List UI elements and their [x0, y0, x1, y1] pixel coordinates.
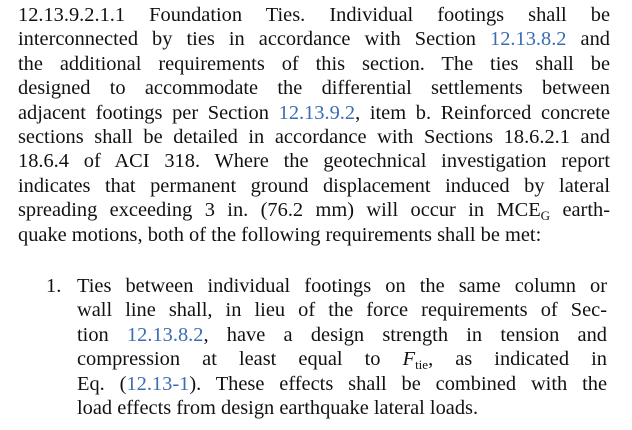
list-item-number: 1.	[46, 275, 62, 297]
section-heading: Foundation Ties.	[149, 4, 306, 26]
paragraph-line: sections shall be detailed in accordance…	[18, 125, 610, 148]
list-item-body: Ties between individual footings on the …	[77, 274, 607, 420]
force-variable-subscript: tie	[415, 357, 429, 373]
section-number: 12.13.9.2.1.1	[18, 4, 126, 26]
list-item-line: compression at least equal to Ftie, as i…	[77, 348, 607, 373]
list-item-line: load effects from design earthquake late…	[77, 396, 479, 419]
document-page: 12.13.9.2.1.1 Foundation Ties. Individua…	[18, 3, 610, 419]
list-item-line: tion 12.13.8.2, have a design strength i…	[77, 323, 607, 346]
section-link-12-13-8-2[interactable]: 12.13.8.2	[490, 28, 566, 50]
paragraph-line: interconnected by ties in accordance wit…	[18, 28, 610, 51]
paragraph-line: adjacent footings per Section 12.13.9.2,…	[18, 101, 610, 124]
list-item-line: Ties between individual footings on the …	[77, 275, 607, 297]
section-paragraph: 12.13.9.2.1.1 Foundation Ties. Individua…	[18, 3, 610, 247]
paragraph-line: quake motions, both of the following req…	[18, 223, 542, 246]
equation-link-12-13-1[interactable]: 12.13-1	[126, 373, 189, 395]
force-variable: F	[402, 348, 416, 371]
section-link-12-13-9-2[interactable]: 12.13.9.2	[279, 102, 355, 124]
paragraph-line: indicates that permanent ground displace…	[18, 174, 610, 197]
section-link-12-13-8-2[interactable]: 12.13.8.2	[127, 324, 203, 346]
list-item-line: Eq. (12.13-1). These effects shall be co…	[77, 372, 608, 395]
mce-subscript: G	[540, 208, 551, 224]
paragraph-line: the additional requirements of this sect…	[18, 52, 610, 75]
paragraph-line: 12.13.9.2.1.1 Foundation Ties. Individua…	[18, 4, 610, 26]
paragraph-line: spreading exceeding 3 in. (76.2 mm) will…	[18, 199, 610, 224]
list-item-line: wall line shall, in lieu of the force re…	[77, 299, 607, 322]
paragraph-line: designed to accommodate the differential…	[18, 77, 610, 100]
paragraph-line: 18.6.4 of ACI 318. Where the geotechnica…	[18, 150, 610, 173]
